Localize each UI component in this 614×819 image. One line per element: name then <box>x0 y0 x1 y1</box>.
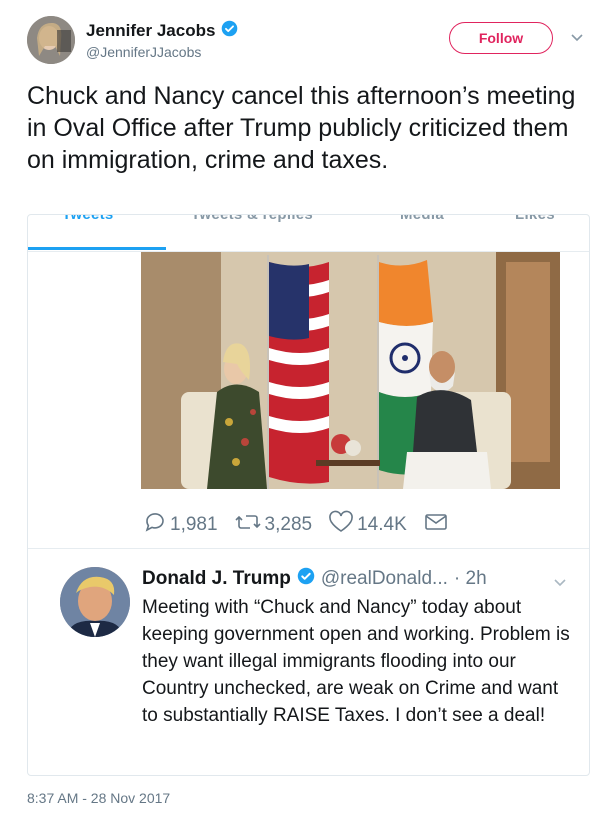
author-name-text[interactable]: Jennifer Jacobs <box>86 21 215 41</box>
tab-likes[interactable]: Likes <box>515 215 555 223</box>
tweet-stats: 1,981 3,285 14.4K <box>143 510 465 540</box>
verified-icon <box>221 20 238 42</box>
author-avatar[interactable] <box>27 16 75 64</box>
retweet-stat[interactable]: 3,285 <box>234 510 313 540</box>
tab-tweets[interactable]: Tweets <box>62 215 114 223</box>
verified-icon <box>297 567 315 591</box>
chevron-down-icon[interactable] <box>553 575 567 593</box>
tweet-timestamp[interactable]: 8:37 AM - 28 Nov 2017 <box>27 790 170 806</box>
chevron-down-icon[interactable] <box>570 30 584 48</box>
author-handle[interactable]: @JenniferJJacobs <box>86 44 201 60</box>
profile-tabs: Tweets Tweets & replies Media Likes <box>28 215 589 252</box>
tweet-photo[interactable] <box>141 252 560 489</box>
quoted-tweet-time[interactable]: · 2h <box>454 568 487 590</box>
tab-tweets-replies[interactable]: Tweets & replies <box>191 215 313 223</box>
heart-icon[interactable] <box>328 510 354 540</box>
reply-count: 1,981 <box>170 514 218 535</box>
quoted-tweet-text: Meeting with “Chuck and Nancy” today abo… <box>142 597 570 726</box>
divider <box>28 548 589 549</box>
quoted-tweet-header: Donald J. Trump @realDonald... · 2h <box>142 567 487 591</box>
reply-icon[interactable] <box>143 510 167 540</box>
retweet-count: 3,285 <box>264 514 313 535</box>
follow-button[interactable]: Follow <box>449 22 553 54</box>
author-name[interactable]: Jennifer Jacobs <box>86 20 238 42</box>
retweet-icon[interactable] <box>234 510 262 540</box>
quoted-author-avatar[interactable] <box>60 567 130 637</box>
envelope-icon[interactable] <box>423 510 449 540</box>
quoted-author-handle[interactable]: @realDonald... <box>321 568 448 590</box>
reply-stat[interactable]: 1,981 <box>143 510 218 540</box>
like-stat[interactable]: 14.4K <box>328 510 407 540</box>
tweet-text: Chuck and Nancy cancel this afternoon’s … <box>27 82 576 174</box>
quoted-author-name[interactable]: Donald J. Trump <box>142 568 291 590</box>
embedded-screenshot[interactable]: Tweets Tweets & replies Media Likes 1,98… <box>27 214 590 776</box>
like-count: 14.4K <box>357 514 407 535</box>
tab-media[interactable]: Media <box>400 215 444 223</box>
message-stat[interactable] <box>423 510 449 540</box>
active-tab-indicator <box>28 247 166 250</box>
